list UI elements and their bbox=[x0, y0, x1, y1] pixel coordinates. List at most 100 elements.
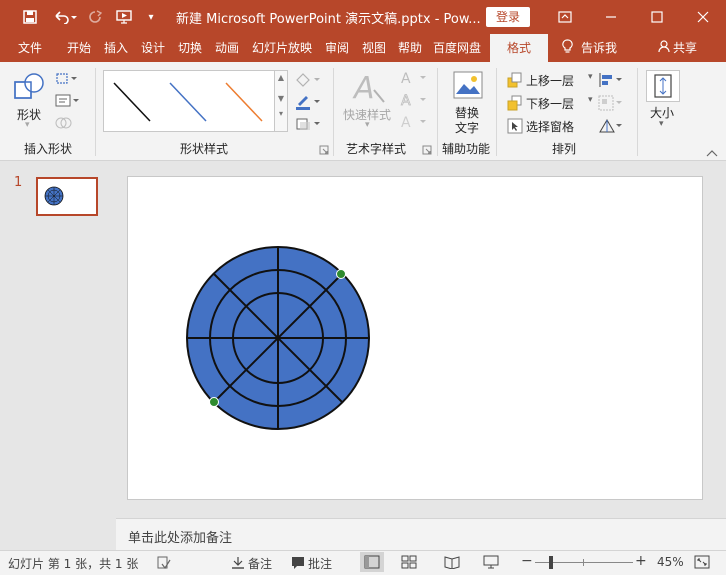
line-handle-bottom-left[interactable] bbox=[209, 397, 219, 407]
lightbulb-icon bbox=[562, 35, 573, 63]
tell-me-button[interactable]: 告诉我 bbox=[562, 34, 617, 62]
slide-sorter-view-icon[interactable] bbox=[401, 555, 417, 569]
zoom-out-icon[interactable]: − bbox=[521, 553, 533, 569]
tab-animations[interactable]: 动画 bbox=[215, 34, 239, 62]
selection-pane-icon bbox=[507, 118, 523, 134]
shapes-dropdown-icon[interactable]: ▾ bbox=[25, 120, 30, 130]
gallery-down-icon[interactable]: ▼ bbox=[275, 94, 287, 103]
close-icon[interactable] bbox=[680, 0, 726, 34]
text-fill-icon[interactable]: A bbox=[398, 70, 428, 87]
bring-forward-icon bbox=[507, 72, 522, 88]
reading-view-icon[interactable] bbox=[444, 555, 460, 570]
share-label: 共享 bbox=[673, 41, 698, 55]
collapse-ribbon-icon[interactable] bbox=[706, 146, 718, 157]
svg-text:A: A bbox=[401, 115, 411, 130]
ribbon: 形状 ▾ 插入形状 ▲ ▼ ▾ 形状样式 A 快速样式 ▾ A A A 艺术字样… bbox=[0, 62, 726, 161]
svg-text:A: A bbox=[401, 93, 411, 108]
text-outline-icon[interactable]: A bbox=[398, 92, 428, 109]
spelling-check-icon[interactable] bbox=[157, 556, 171, 570]
tab-format[interactable]: 格式 bbox=[490, 34, 548, 62]
text-box-icon[interactable] bbox=[55, 94, 79, 108]
notes-toggle-label[interactable]: 备注 bbox=[248, 555, 272, 572]
maximize-icon[interactable] bbox=[634, 0, 680, 34]
wordart-quick-styles-icon[interactable]: A bbox=[352, 70, 388, 106]
slide-count-status: 幻灯片 第 1 张，共 1 张 bbox=[8, 557, 139, 571]
slideshow-view-icon[interactable] bbox=[483, 555, 499, 569]
ribbon-tab-bar: 文件 开始 插入 设计 切换 动画 幻灯片放映 审阅 视图 帮助 百度网盘 格式… bbox=[0, 34, 726, 62]
rotate-icon[interactable] bbox=[598, 118, 626, 134]
tab-insert[interactable]: 插入 bbox=[104, 34, 128, 62]
svg-text:A: A bbox=[401, 71, 411, 86]
tab-transitions[interactable]: 切换 bbox=[178, 34, 202, 62]
tab-file[interactable]: 文件 bbox=[18, 34, 42, 62]
fit-to-window-icon[interactable] bbox=[694, 555, 710, 569]
shape-styles-launcher-icon[interactable] bbox=[319, 144, 329, 155]
tab-slideshow[interactable]: 幻灯片放映 bbox=[252, 34, 312, 62]
slide-thumbnail[interactable] bbox=[36, 177, 98, 216]
send-backward-button[interactable]: 下移一层 ▾ bbox=[507, 95, 599, 111]
undo-icon[interactable] bbox=[50, 7, 80, 27]
shape-fill-icon[interactable] bbox=[294, 72, 322, 88]
share-button[interactable]: 共享 bbox=[658, 34, 697, 62]
send-backward-label: 下移一层 bbox=[526, 97, 575, 111]
normal-view-icon[interactable] bbox=[360, 552, 384, 572]
align-icon[interactable] bbox=[598, 72, 626, 88]
edit-shape-icon[interactable] bbox=[55, 72, 77, 86]
alt-text-icon[interactable] bbox=[452, 70, 484, 100]
slideshow-from-start-icon[interactable] bbox=[114, 7, 134, 27]
minimize-icon[interactable] bbox=[588, 0, 634, 34]
gallery-scroll[interactable]: ▲ ▼ ▾ bbox=[274, 70, 288, 132]
quick-styles-dropdown-icon[interactable]: ▾ bbox=[365, 120, 370, 130]
redo-icon[interactable] bbox=[86, 7, 104, 27]
group-divider bbox=[496, 68, 497, 156]
tab-help[interactable]: 帮助 bbox=[398, 34, 422, 62]
group-divider bbox=[437, 68, 438, 156]
slide-number: 1 bbox=[14, 175, 23, 190]
tab-design[interactable]: 设计 bbox=[141, 34, 165, 62]
shape-styles-gallery[interactable] bbox=[103, 70, 275, 132]
shapes-icon[interactable] bbox=[12, 72, 46, 106]
zoom-in-icon[interactable]: + bbox=[635, 553, 647, 569]
comments-toggle-label[interactable]: 批注 bbox=[308, 555, 332, 572]
merge-shapes-icon[interactable] bbox=[55, 116, 77, 130]
tab-view[interactable]: 视图 bbox=[362, 34, 386, 62]
tab-baidu-netdisk[interactable]: 百度网盘 bbox=[433, 34, 481, 62]
shape-styles-group-label: 形状样式 bbox=[180, 142, 229, 156]
save-icon[interactable] bbox=[20, 7, 40, 27]
selection-pane-button[interactable]: 选择窗格 bbox=[507, 118, 587, 134]
text-effects-icon[interactable]: A bbox=[398, 114, 428, 131]
person-icon bbox=[658, 35, 670, 63]
bring-forward-button[interactable]: 上移一层 ▾ bbox=[507, 72, 599, 88]
size-dropdown-icon[interactable]: ▾ bbox=[659, 119, 664, 129]
login-button[interactable]: 登录 bbox=[486, 7, 530, 27]
tab-review[interactable]: 审阅 bbox=[325, 34, 349, 62]
bring-forward-dropdown-icon[interactable]: ▾ bbox=[588, 72, 593, 82]
ribbon-display-options-icon[interactable] bbox=[542, 0, 588, 34]
zoom-slider-center-tick bbox=[583, 559, 584, 566]
zoom-level[interactable]: 45% bbox=[657, 555, 684, 569]
group-divider bbox=[333, 68, 334, 156]
send-backward-dropdown-icon[interactable]: ▾ bbox=[588, 95, 593, 105]
group-objects-icon[interactable] bbox=[598, 95, 626, 111]
send-backward-icon bbox=[507, 95, 522, 111]
wordart-launcher-icon[interactable] bbox=[422, 144, 432, 155]
shape-outline-icon[interactable] bbox=[294, 94, 322, 110]
notes-icon[interactable] bbox=[231, 556, 245, 570]
window-title: 新建 Microsoft PowerPoint 演示文稿.pptx - Pow.… bbox=[176, 12, 481, 27]
gallery-more-icon[interactable]: ▾ bbox=[275, 109, 287, 118]
shape-effects-icon[interactable] bbox=[294, 116, 322, 132]
gallery-up-icon[interactable]: ▲ bbox=[275, 73, 287, 82]
group-divider bbox=[637, 68, 638, 156]
line-handle-top-right[interactable] bbox=[336, 269, 346, 279]
notes-pane[interactable]: 单击此处添加备注 bbox=[116, 518, 726, 551]
zoom-slider-thumb[interactable] bbox=[549, 556, 553, 569]
comments-icon[interactable] bbox=[291, 556, 305, 570]
size-icon[interactable] bbox=[646, 70, 680, 102]
slide-canvas[interactable] bbox=[127, 176, 703, 500]
tab-home[interactable]: 开始 bbox=[67, 34, 91, 62]
alt-text-label-line2[interactable]: 文字 bbox=[455, 119, 479, 136]
insert-shapes-group-label: 插入形状 bbox=[24, 142, 73, 156]
selection-pane-label: 选择窗格 bbox=[526, 120, 575, 134]
customize-toolbar-icon[interactable]: ▾ bbox=[144, 7, 158, 27]
arrange-group-label: 排列 bbox=[552, 142, 577, 156]
